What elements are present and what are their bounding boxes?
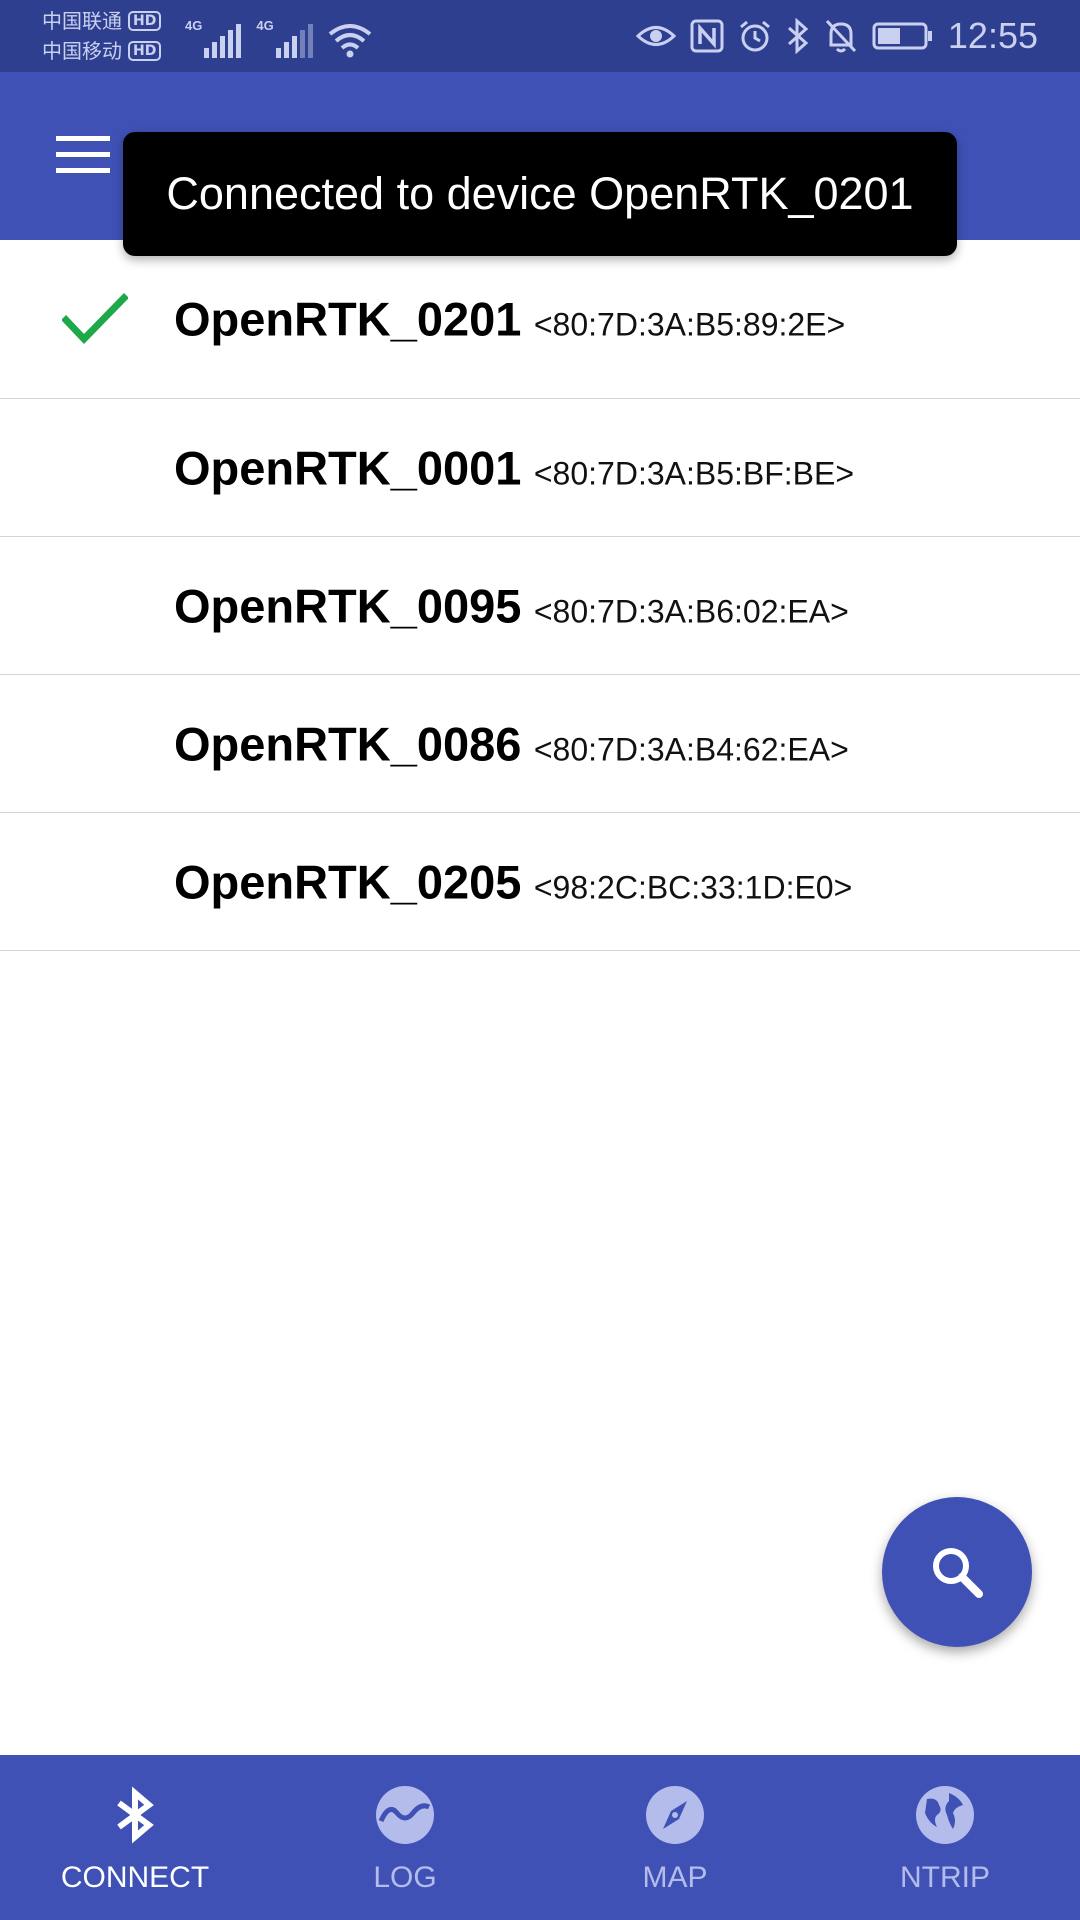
nav-tab-log[interactable]: LOG [270,1755,540,1920]
device-list: OpenRTK_0201 <80:7D:3A:B5:89:2E> OpenRTK… [0,240,1080,951]
hd-badge-1: HD [128,11,162,31]
scan-fab-button[interactable] [882,1497,1032,1647]
signal-strength-icon-1: 4G [185,18,244,58]
status-icons-right: 12:55 [622,0,1038,72]
device-row-4[interactable]: OpenRTK_0205 <98:2C:BC:33:1D:E0> [0,813,1080,951]
nav-tab-map[interactable]: MAP [540,1755,810,1920]
device-mac-address: <98:2C:BC:33:1D:E0> [533,869,853,905]
hd-badge-2: HD [128,41,162,61]
nav-label-log: LOG [373,1861,437,1894]
network-type-label-2: 4G [256,18,274,33]
compass-icon [646,1786,704,1844]
carrier-2-label: 中国移动 [42,39,122,63]
signal-strength-icon-2: 4G [256,18,315,58]
nfc-icon [690,19,724,53]
device-name: OpenRTK_0001 [174,441,522,494]
network-type-label-1: 4G [185,18,203,33]
device-name: OpenRTK_0205 [174,855,522,908]
search-icon [933,1548,983,1598]
network-indicators: 4G 4G [185,14,372,58]
nav-label-ntrip: NTRIP [900,1861,990,1894]
device-mac-address: <80:7D:3A:B4:62:EA> [533,731,849,767]
connection-toast: Connected to device OpenRTK_0201 [123,132,957,256]
device-name: OpenRTK_0086 [174,717,522,770]
hamburger-menu-icon[interactable] [50,132,114,180]
check-icon [62,293,128,345]
alarm-icon [739,20,770,52]
bluetooth-icon [787,18,809,54]
wifi-icon [328,24,371,58]
nav-tab-connect[interactable]: CONNECT [0,1755,270,1920]
device-mac-address: <80:7D:3A:B5:89:2E> [533,306,846,343]
carrier-info: 中国联通 HD 中国移动 HD [42,6,162,66]
bell-off-icon [825,19,857,53]
nav-label-map: MAP [642,1861,708,1894]
status-time: 12:55 [947,15,1038,56]
nav-label-connect: CONNECT [60,1861,210,1894]
bottom-navigation: CONNECT LOG MAP NTRIP [0,1755,1080,1920]
device-mac-address: <80:7D:3A:B6:02:EA> [533,593,849,629]
globe-icon [916,1786,974,1844]
device-name: OpenRTK_0201 [174,292,522,346]
device-row-0[interactable]: OpenRTK_0201 <80:7D:3A:B5:89:2E> [0,240,1080,399]
device-mac-address: <80:7D:3A:B5:BF:BE> [533,455,855,491]
battery-icon [872,22,932,50]
nav-tab-ntrip[interactable]: NTRIP [810,1755,1080,1920]
waveform-icon [376,1786,434,1844]
bluetooth-icon [117,1786,154,1844]
device-row-3[interactable]: OpenRTK_0086 <80:7D:3A:B4:62:EA> [0,675,1080,813]
device-name: OpenRTK_0095 [174,579,522,632]
status-bar: 中国联通 HD 中国移动 HD 4G 4G 12:55 [0,0,1080,72]
carrier-1-label: 中国联通 [42,9,122,33]
eye-icon [635,26,676,46]
device-row-1[interactable]: OpenRTK_0001 <80:7D:3A:B5:BF:BE> [0,399,1080,537]
device-row-2[interactable]: OpenRTK_0095 <80:7D:3A:B6:02:EA> [0,537,1080,675]
